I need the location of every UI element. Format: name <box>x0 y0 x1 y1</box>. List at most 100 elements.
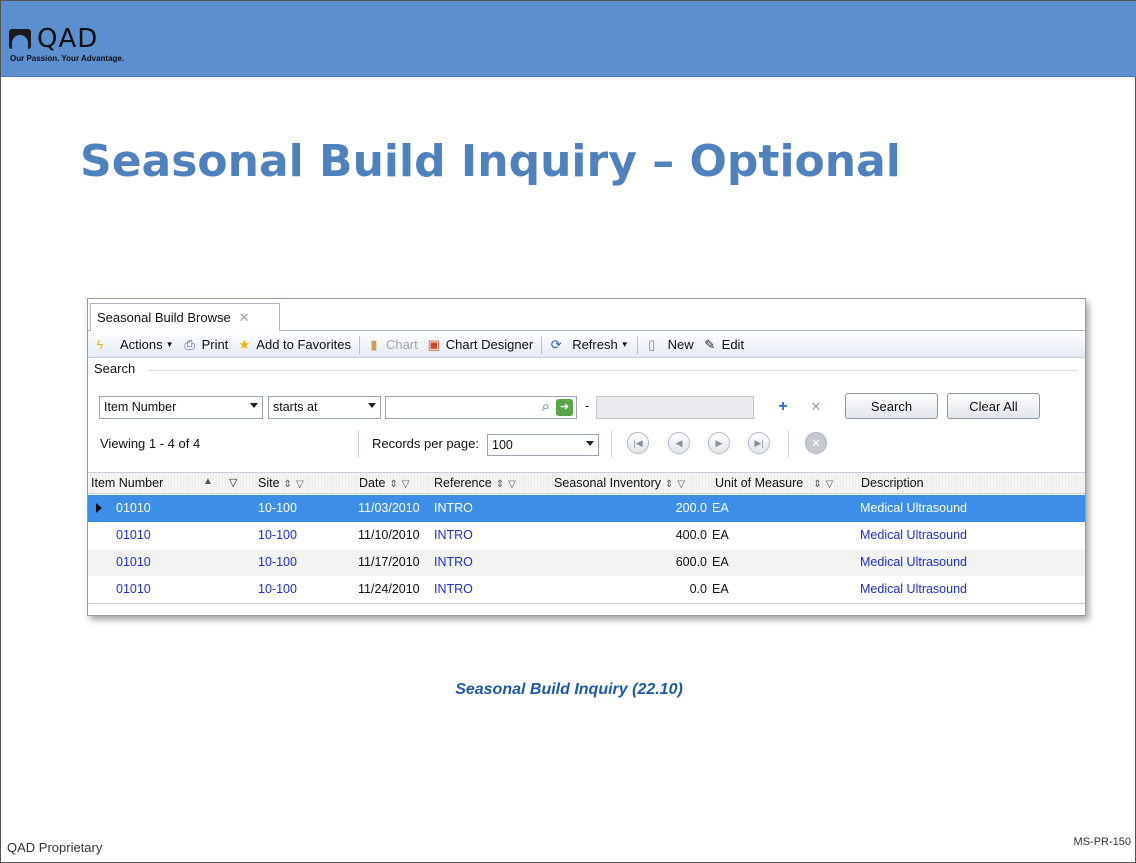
cell-description[interactable]: Medical Ultrasound <box>860 528 967 542</box>
filter-icon[interactable]: ▽ <box>296 479 304 490</box>
cell-site[interactable]: 10-100 <box>258 555 297 569</box>
search-value-input[interactable]: ⌕ ➜ <box>385 396 577 419</box>
range-separator: - <box>585 398 590 413</box>
column-header-site[interactable]: Site ⇕ ▽ <box>258 476 304 490</box>
toolbar: ϟ Actions ▼ ⎙ Print ★ Add to Favorites ▮… <box>88 332 1085 358</box>
table-row[interactable]: 01010 10-100 11/17/2010 INTRO 600.0 EA M… <box>88 549 1085 576</box>
pencil-icon: ✎ <box>704 336 716 352</box>
sort-icon[interactable]: ⇕ <box>284 479 292 490</box>
chevron-down-icon <box>368 403 376 408</box>
cell-site[interactable]: 10-100 <box>258 501 297 515</box>
cell-date: 11/24/2010 <box>358 582 420 596</box>
toolbar-divider <box>541 335 543 354</box>
tab-seasonal-build-browse[interactable]: Seasonal Build Browse ✕ <box>90 303 280 331</box>
cell-date: 11/17/2010 <box>358 555 420 569</box>
cell-seasonal-inventory: 0.0 <box>689 582 707 596</box>
actions-menu[interactable]: ϟ Actions ▼ <box>92 337 174 353</box>
filter-icon[interactable]: ▽ <box>826 479 834 490</box>
edit-label: Edit <box>721 337 745 352</box>
cell-reference[interactable]: INTRO <box>434 528 473 542</box>
stop-icon[interactable]: ✕ <box>805 432 827 454</box>
filter-icon[interactable]: ▽ <box>402 479 410 490</box>
tab-label: Seasonal Build Browse <box>97 310 231 325</box>
cell-item-number[interactable]: 01010 <box>116 501 151 515</box>
sort-icon[interactable]: ⇕ <box>813 479 821 490</box>
filter-icon[interactable]: ▽ <box>229 476 237 489</box>
cell-description[interactable]: Medical Ultrasound <box>860 555 967 569</box>
records-per-page-label: Records per page: <box>372 436 479 451</box>
cell-unit-of-measure: EA <box>712 555 729 569</box>
cell-description[interactable]: Medical Ultrasound <box>860 582 967 596</box>
column-header-item-number[interactable]: Item Number ▲ ▽ <box>91 476 237 490</box>
cell-unit-of-measure: EA <box>712 528 729 542</box>
chart-button[interactable]: ▮ Chart <box>366 337 418 353</box>
chevron-down-icon <box>586 441 594 446</box>
records-per-page-select[interactable]: 100 <box>487 434 599 456</box>
qad-logo-mark-icon <box>9 29 31 49</box>
cell-site[interactable]: 10-100 <box>258 528 297 542</box>
search-button[interactable]: Search <box>845 393 938 419</box>
clear-all-button[interactable]: Clear All <box>947 393 1040 419</box>
chart-designer-button[interactable]: ▣ Chart Designer <box>426 336 534 353</box>
remove-criteria-icon[interactable]: ✕ <box>808 398 824 416</box>
cell-reference[interactable]: INTRO <box>434 555 473 569</box>
cell-site[interactable]: 10-100 <box>258 582 297 596</box>
chart-label: Chart <box>385 337 418 352</box>
cell-reference[interactable]: INTRO <box>434 582 473 596</box>
search-button-label: Search <box>870 398 913 414</box>
column-header-seasonal-inventory[interactable]: Seasonal Inventory ⇕ ▽ <box>554 476 685 490</box>
search-operator-value: starts at <box>273 400 318 414</box>
cell-item-number[interactable]: 01010 <box>116 528 151 542</box>
column-header-unit-of-measure[interactable]: Unit of Measure ⇕ ▽ <box>715 476 833 490</box>
close-icon[interactable]: ✕ <box>239 310 250 326</box>
cell-date: 11/10/2010 <box>358 528 420 542</box>
column-header-reference[interactable]: Reference ⇕ ▽ <box>434 476 516 490</box>
cell-description[interactable]: Medical Ultrasound <box>860 501 967 515</box>
add-criteria-icon[interactable]: + <box>775 398 791 416</box>
page-title: Seasonal Build Inquiry – Optional <box>80 136 901 187</box>
chart-designer-icon: ▣ <box>427 336 440 352</box>
table-row[interactable]: 01010 10-100 11/03/2010 INTRO 200.0 EA M… <box>88 495 1085 522</box>
paging-divider <box>358 431 359 457</box>
new-button[interactable]: ▯ New <box>644 337 694 353</box>
cell-seasonal-inventory: 400.0 <box>675 528 707 542</box>
go-arrow-icon[interactable]: ➜ <box>556 399 573 416</box>
cell-reference[interactable]: INTRO <box>434 501 473 515</box>
cell-item-number[interactable]: 01010 <box>116 582 151 596</box>
footer-proprietary: QAD Proprietary <box>7 840 103 855</box>
first-page-icon[interactable]: |◀ <box>627 432 649 454</box>
search-to-value-input[interactable] <box>596 396 754 419</box>
filter-icon[interactable]: ▽ <box>677 479 685 490</box>
column-header-date[interactable]: Date ⇕ ▽ <box>359 476 410 490</box>
cell-seasonal-inventory: 600.0 <box>675 555 707 569</box>
header-band: QAD Our Passion. Your Advantage. <box>1 1 1136 77</box>
chart-designer-label: Chart Designer <box>445 337 534 352</box>
table-row[interactable]: 01010 10-100 11/10/2010 INTRO 400.0 EA M… <box>88 522 1085 549</box>
sort-icon[interactable]: ⇕ <box>496 479 504 490</box>
sort-icon[interactable]: ⇕ <box>389 479 397 490</box>
table-row[interactable]: 01010 10-100 11/24/2010 INTRO 0.0 EA Med… <box>88 576 1085 603</box>
star-icon: ★ <box>238 336 251 352</box>
records-per-page-value: 100 <box>492 438 513 452</box>
refresh-button[interactable]: ⟳ Refresh ▼ <box>548 337 629 353</box>
clear-all-label: Clear All <box>969 398 1018 414</box>
sort-ascending-icon[interactable]: ▲ <box>203 476 213 487</box>
add-to-favorites-button[interactable]: ★ Add to Favorites <box>236 336 350 353</box>
filter-icon[interactable]: ▽ <box>508 479 516 490</box>
cell-date: 11/03/2010 <box>358 501 420 515</box>
lookup-icon[interactable]: ⌕ <box>542 398 550 415</box>
edit-button[interactable]: ✎ Edit <box>702 337 744 353</box>
search-field-select[interactable]: Item Number <box>99 396 263 419</box>
new-document-icon: ▯ <box>648 336 656 352</box>
slide: QAD Our Passion. Your Advantage. Seasona… <box>0 0 1136 863</box>
figure-caption: Seasonal Build Inquiry (22.10) <box>455 681 683 698</box>
last-page-icon[interactable]: ▶| <box>748 432 770 454</box>
column-header-description[interactable]: Description <box>861 476 924 490</box>
cell-unit-of-measure: EA <box>712 501 729 515</box>
cell-item-number[interactable]: 01010 <box>116 555 151 569</box>
search-operator-select[interactable]: starts at <box>268 396 381 419</box>
next-page-icon[interactable]: ▶ <box>708 432 730 454</box>
print-button[interactable]: ⎙ Print <box>182 337 228 353</box>
previous-page-icon[interactable]: ◀ <box>668 432 690 454</box>
sort-icon[interactable]: ⇕ <box>665 479 673 490</box>
